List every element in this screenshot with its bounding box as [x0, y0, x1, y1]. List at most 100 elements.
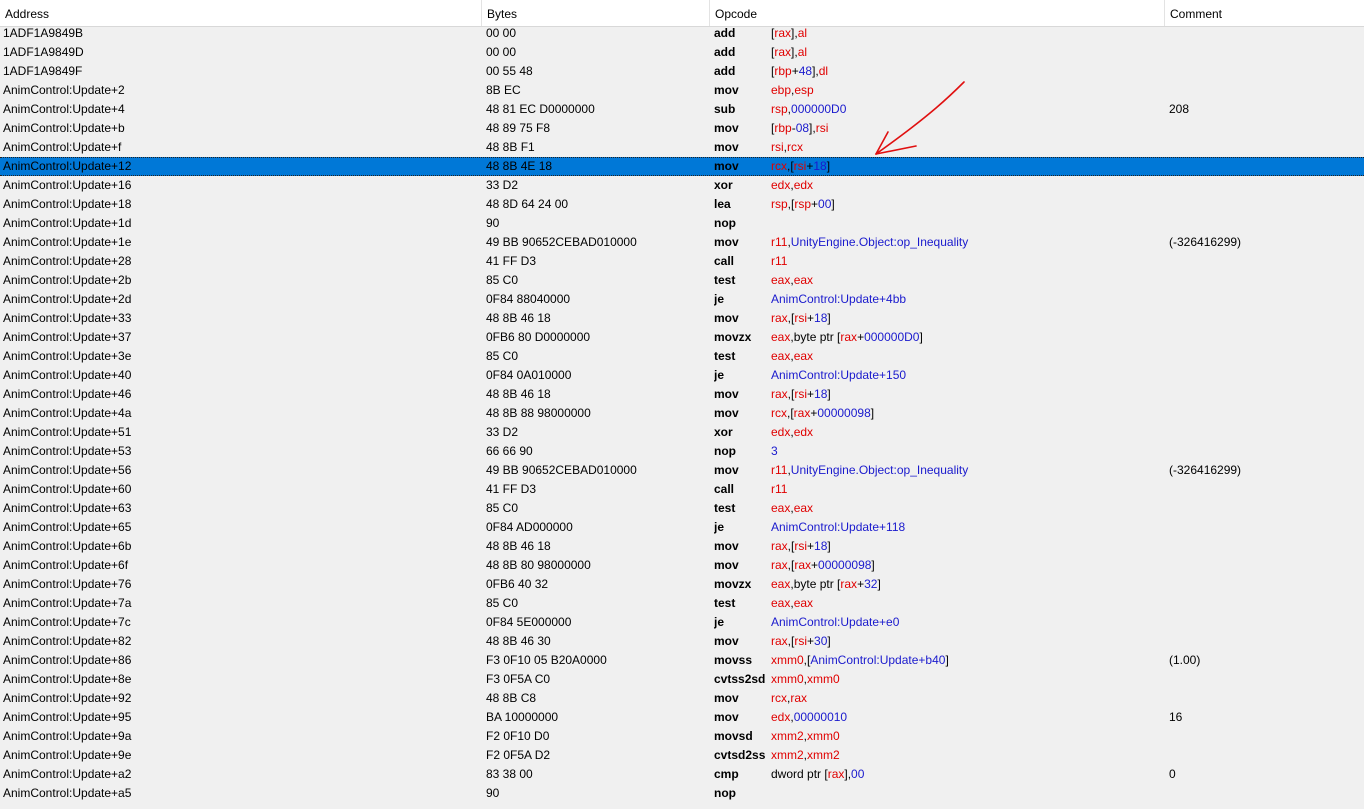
mnemonic-cell: mov	[714, 140, 739, 154]
mnemonic-cell: je	[714, 520, 725, 534]
instruction-row[interactable]: 1ADF1A9849B 00 00 add [rax],al	[0, 24, 1364, 43]
operands-cell: rcx,[rax+00000098]	[771, 404, 1161, 423]
instruction-row-selected[interactable]: AnimControl:Update+12 48 8B 4E 18 mov rcx,[…	[0, 157, 1364, 176]
instruction-row[interactable]: AnimControl:Update+51 33 D2 xor edx,edx	[0, 423, 1364, 442]
instruction-row[interactable]: AnimControl:Update+a2 83 38 00 cmp dword pt…	[0, 765, 1364, 784]
operands-cell: AnimControl:Update+118	[771, 518, 1161, 537]
operand-register: rsi	[794, 311, 808, 325]
address-cell: AnimControl:Update+18	[3, 197, 132, 211]
instruction-row[interactable]: AnimControl:Update+82 48 8B 46 30 mov rax,[…	[0, 632, 1364, 651]
mnemonic-cell: test	[714, 349, 736, 363]
instruction-row[interactable]: AnimControl:Update+63 85 C0 test eax,eax	[0, 499, 1364, 518]
operand-punctuation: ,byte ptr [	[790, 577, 841, 591]
instruction-row[interactable]: AnimControl:Update+76 0FB6 40 32 movzx eax,…	[0, 575, 1364, 594]
instruction-row[interactable]: AnimControl:Update+18 48 8D 64 24 00 lea rs…	[0, 195, 1364, 214]
operands-cell: rcx,[rsi+18]	[771, 158, 1161, 175]
instruction-row[interactable]: AnimControl:Update+28 41 FF D3 call r11	[0, 252, 1364, 271]
instruction-row[interactable]: AnimControl:Update+b 48 89 75 F8 mov [rbp-0…	[0, 119, 1364, 138]
operand-punctuation: ],	[812, 64, 819, 78]
bytes-cell: 48 8B C8	[486, 691, 537, 705]
instruction-row[interactable]: AnimControl:Update+7c 0F84 5E000000 je Anim…	[0, 613, 1364, 632]
instruction-row[interactable]: AnimControl:Update+56 49 BB 90652CEBAD010…	[0, 461, 1364, 480]
operand-value: 48	[798, 64, 813, 78]
operand-punctuation: ]	[827, 539, 831, 553]
column-header-comment[interactable]: Comment	[1165, 0, 1364, 26]
operand-register: r11	[771, 254, 788, 268]
operand-register: rcx	[771, 691, 787, 705]
address-cell: AnimControl:Update+7c	[3, 615, 131, 629]
operand-register: esp	[794, 83, 814, 97]
operand-register: xmm0	[807, 729, 840, 743]
instruction-row[interactable]: AnimControl:Update+46 48 8B 46 18 mov rax,[…	[0, 385, 1364, 404]
instruction-row[interactable]: AnimControl:Update+6b 48 8B 46 18 mov rax,[…	[0, 537, 1364, 556]
bytes-cell: 33 D2	[486, 178, 519, 192]
instruction-row[interactable]: AnimControl:Update+86 F3 0F10 05 B20A0000…	[0, 651, 1364, 670]
instruction-row[interactable]: AnimControl:Update+60 41 FF D3 call r11	[0, 480, 1364, 499]
column-header-address[interactable]: Address	[0, 0, 482, 26]
operand-punctuation: ,byte ptr [	[790, 330, 841, 344]
operand-register: r11	[771, 482, 788, 496]
operand-punctuation: ],	[809, 121, 816, 135]
column-header-bytes[interactable]: Bytes	[482, 0, 710, 26]
instruction-row[interactable]: AnimControl:Update+40 0F84 0A010000 je Anim…	[0, 366, 1364, 385]
mnemonic-cell: je	[714, 292, 725, 306]
instruction-row[interactable]: AnimControl:Update+7a 85 C0 test eax,eax	[0, 594, 1364, 613]
operand-register: rsi	[794, 387, 808, 401]
operand-register: rcx	[787, 140, 804, 154]
instruction-row[interactable]: AnimControl:Update+4 48 81 EC D0000000 sub…	[0, 100, 1364, 119]
bytes-cell: 0F84 0A010000	[486, 368, 572, 382]
operands-cell: eax,byte ptr [rax+32]	[771, 575, 1161, 594]
instruction-row[interactable]: AnimControl:Update+9e F2 0F5A D2 cvtsd2ss x…	[0, 746, 1364, 765]
instruction-row[interactable]: AnimControl:Update+a5 90 nop	[0, 784, 1364, 803]
mnemonic-cell: add	[714, 45, 736, 59]
operand-punctuation: ,[	[787, 406, 794, 420]
operand-value: 00	[851, 767, 865, 781]
address-cell: AnimControl:Update+7a	[3, 596, 132, 610]
instruction-row[interactable]: AnimControl:Update+8e F3 0F5A C0 cvtss2sd x…	[0, 670, 1364, 689]
address-cell: AnimControl:Update+33	[3, 311, 132, 325]
instruction-row[interactable]: AnimControl:Update+3e 85 C0 test eax,eax	[0, 347, 1364, 366]
instruction-row[interactable]: AnimControl:Update+2b 85 C0 test eax,eax	[0, 271, 1364, 290]
column-header-opcode[interactable]: Opcode	[710, 0, 1165, 26]
operand-register: r11	[771, 463, 788, 477]
instruction-row[interactable]: AnimControl:Update+37 0FB6 80 D0000000 mov…	[0, 328, 1364, 347]
instruction-row[interactable]: AnimControl:Update+16 33 D2 xor edx,edx	[0, 176, 1364, 195]
bytes-cell: F2 0F10 D0	[486, 729, 550, 743]
operands-cell: rcx,rax	[771, 689, 1161, 708]
mnemonic-cell: movzx	[714, 577, 752, 591]
address-cell: AnimControl:Update+2	[3, 83, 125, 97]
operand-register: rax	[774, 45, 792, 59]
instruction-row[interactable]: AnimControl:Update+53 66 66 90 nop 3	[0, 442, 1364, 461]
instruction-row[interactable]: 1ADF1A9849D 00 00 add [rax],al	[0, 43, 1364, 62]
mnemonic-cell: mov	[714, 539, 739, 553]
operands-cell: dword ptr [rax],00	[771, 765, 1161, 784]
instruction-row[interactable]: AnimControl:Update+95 BA 10000000 mov edx,0…	[0, 708, 1364, 727]
instruction-row[interactable]: AnimControl:Update+f 48 8B F1 mov rsi,rcx	[0, 138, 1364, 157]
instruction-row[interactable]: AnimControl:Update+2d 0F84 88040000 je Anim…	[0, 290, 1364, 309]
operand-register: rcx	[771, 406, 787, 420]
operand-register: xmm0	[771, 653, 804, 667]
operand-punctuation: +	[811, 197, 819, 211]
operand-value: UnityEngine.Object:op_Inequality	[790, 463, 969, 477]
instruction-row[interactable]: AnimControl:Update+6f 48 8B 80 98000000 mo…	[0, 556, 1364, 575]
operand-punctuation: dword ptr [	[771, 767, 828, 781]
instruction-row[interactable]: AnimControl:Update+9a F2 0F10 D0 movsd xmm2…	[0, 727, 1364, 746]
operand-register: eax	[771, 596, 791, 610]
instruction-row[interactable]: AnimControl:Update+1d 90 nop	[0, 214, 1364, 233]
instruction-row[interactable]: AnimControl:Update+33 48 8B 46 18 mov rax,[…	[0, 309, 1364, 328]
comment-cell: 0	[1169, 767, 1176, 781]
operand-register: eax	[793, 596, 814, 610]
instruction-row[interactable]: AnimControl:Update+1e 49 BB 90652CEBAD010…	[0, 233, 1364, 252]
instruction-row[interactable]: AnimControl:Update+4a 48 8B 88 98000000 mo…	[0, 404, 1364, 423]
column-header: Address Bytes Opcode Comment	[0, 0, 1364, 27]
operand-register: eax	[793, 501, 814, 515]
instruction-row[interactable]: AnimControl:Update+92 48 8B C8 mov rcx,rax	[0, 689, 1364, 708]
instruction-row[interactable]: AnimControl:Update+2 8B EC mov ebp,esp	[0, 81, 1364, 100]
instruction-row[interactable]: 1ADF1A9849F 00 55 48 add [rbp+48],dl	[0, 62, 1364, 81]
instruction-row[interactable]: AnimControl:Update+65 0F84 AD000000 je Anim…	[0, 518, 1364, 537]
operand-value: 30	[814, 634, 828, 648]
bytes-cell: 90	[486, 786, 500, 800]
operand-value: 3	[771, 444, 778, 458]
mnemonic-cell: mov	[714, 463, 739, 477]
address-cell: AnimControl:Update+82	[3, 634, 132, 648]
